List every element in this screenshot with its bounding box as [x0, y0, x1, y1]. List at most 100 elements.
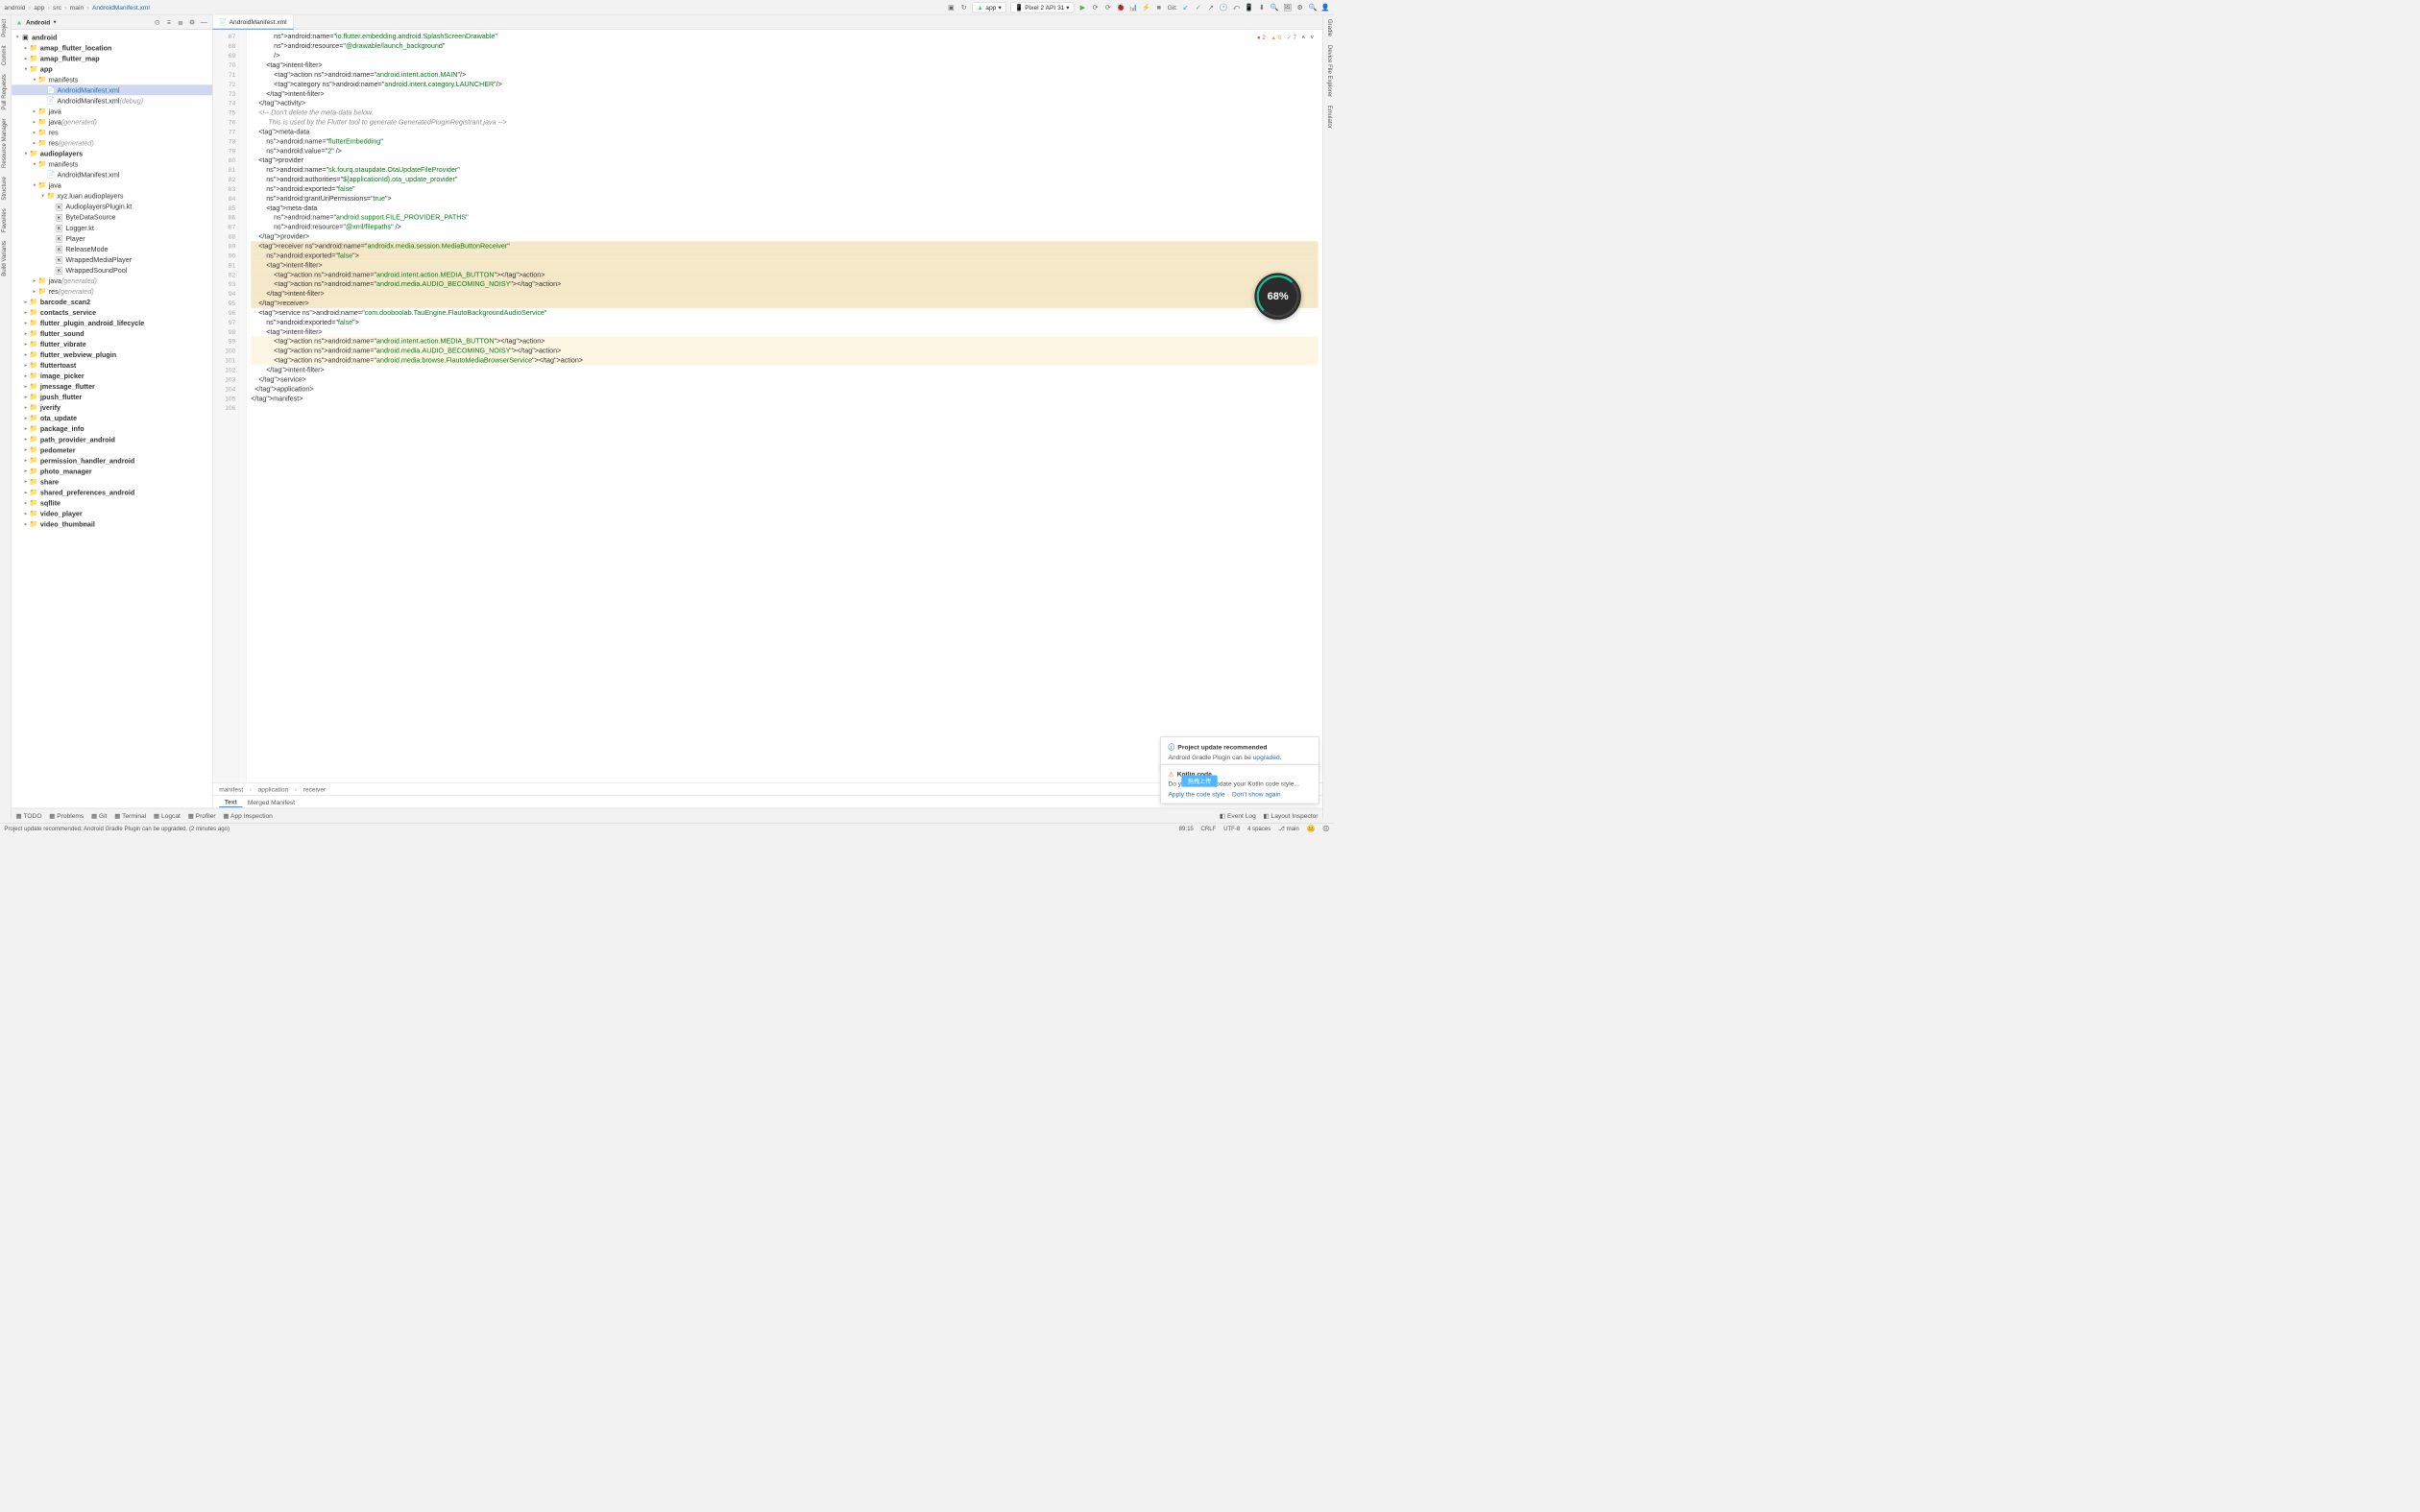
tree-arrow-icon[interactable]: ▸ — [22, 372, 30, 378]
tree-arrow-icon[interactable]: ▸ — [22, 521, 30, 527]
code-line[interactable]: </tag">service> — [251, 374, 1318, 384]
project-tree[interactable]: ▾▣android▸📁amap_flutter_location▸📁amap_f… — [12, 30, 212, 808]
tree-item[interactable]: ▾📁manifests — [12, 158, 212, 169]
terminal-icon[interactable]: ▣ — [947, 3, 956, 12]
right-tab-gradle[interactable]: Gradle — [1322, 14, 1334, 40]
editor-tab[interactable]: 📄 AndroidManifest.xml — [213, 14, 294, 29]
tree-item[interactable]: 📄AndroidManifest.xml — [12, 84, 212, 95]
debug-refresh-icon[interactable]: ⟳ — [1091, 3, 1100, 12]
left-tab-build-variants[interactable]: Build Variants — [0, 237, 12, 281]
code-line[interactable]: ns">android:resource="@drawable/launch_b… — [251, 41, 1318, 51]
tree-item[interactable]: ▸📁res (generated) — [12, 286, 212, 297]
editor-breadcrumb[interactable]: manifest›application›receiver — [213, 782, 1322, 795]
tree-item[interactable]: 🄺Player — [12, 233, 212, 244]
tree-item[interactable]: ▸📁flutter_webview_plugin — [12, 349, 212, 360]
history-icon[interactable]: 🕐 — [1220, 3, 1228, 12]
tree-item[interactable]: ▸📁amap_flutter_map — [12, 53, 212, 63]
tree-arrow-icon[interactable]: ▸ — [22, 56, 30, 61]
code-line[interactable]: ns">android:exported="false"> — [251, 318, 1318, 327]
breadcrumb-item[interactable]: android — [4, 4, 25, 12]
editor-breadcrumb-item[interactable]: application — [258, 785, 289, 793]
sad-icon[interactable]: ☹ — [1322, 824, 1329, 832]
tree-item[interactable]: ▸📁video_player — [12, 508, 212, 518]
tree-arrow-icon[interactable]: ▸ — [22, 479, 30, 485]
tree-item[interactable]: ▸📁permission_handler_android — [12, 455, 212, 466]
tree-item[interactable]: ▸📁jmessage_flutter — [12, 381, 212, 392]
code-line[interactable]: ns">android:authorities="${applicationId… — [251, 175, 1318, 184]
tree-item[interactable]: ▸📁jverify — [12, 402, 212, 413]
upload-badge[interactable]: 拖拽上传 — [1181, 776, 1217, 787]
sync-icon[interactable]: ↻ — [959, 3, 968, 12]
tool-logcat[interactable]: ▦ Logcat — [154, 812, 181, 820]
locate-icon[interactable]: ⊙ — [153, 17, 161, 26]
code-line[interactable]: </tag">application> — [251, 384, 1318, 394]
code-line[interactable] — [251, 403, 1318, 413]
tree-arrow-icon[interactable]: ▸ — [22, 500, 30, 506]
tree-arrow-icon[interactable]: ▸ — [22, 383, 30, 389]
tree-arrow-icon[interactable]: ▸ — [31, 108, 38, 114]
tree-item[interactable]: ▸📁java — [12, 106, 212, 116]
tree-item[interactable]: ▸📁amap_flutter_location — [12, 42, 212, 53]
chevron-down-icon[interactable]: ▾ — [54, 19, 57, 25]
tree-arrow-icon[interactable]: ▸ — [22, 309, 30, 315]
tree-arrow-icon[interactable]: ▸ — [22, 320, 30, 325]
tree-item[interactable]: ▸📁package_info — [12, 423, 212, 434]
tree-item[interactable]: ▸📁pedometer — [12, 444, 212, 455]
tree-item[interactable]: ▸📁path_provider_android — [12, 434, 212, 444]
profile-icon[interactable]: 📊 — [1129, 3, 1138, 12]
code-line[interactable]: ns">android:grantUriPermissions="true"> — [251, 194, 1318, 204]
tool-git[interactable]: ▦ Git — [91, 812, 108, 820]
code-line[interactable]: <tag">action ns">android:name="android.i… — [251, 270, 1318, 279]
code-line[interactable]: ns">android:name="flutterEmbedding" — [251, 136, 1318, 146]
chevron-up-icon[interactable]: ˄ — [1301, 35, 1305, 41]
tool-layout-inspector[interactable]: ◧ Layout Inspector — [1263, 812, 1318, 820]
tool-app-inspection[interactable]: ▦ App Inspection — [223, 812, 272, 820]
attach-icon[interactable]: ⚡ — [1142, 3, 1150, 12]
weak-warning-indicator[interactable]: ✓ 7 — [1287, 34, 1296, 40]
tree-item[interactable]: ▸📁java (generated) — [12, 116, 212, 127]
expand-icon[interactable]: ≡ — [164, 17, 173, 26]
revert-icon[interactable]: ⤺ — [1232, 3, 1241, 12]
device-selector[interactable]: 📱 Pixel 2 API 31 ▾ — [1010, 2, 1074, 12]
status-position[interactable]: 89:15 — [1179, 826, 1194, 832]
left-tab-resource-manager[interactable]: Resource Manager — [0, 114, 12, 172]
status-line-sep[interactable]: CRLF — [1201, 826, 1217, 832]
tree-arrow-icon[interactable]: ▾ — [13, 35, 21, 40]
code-line[interactable]: <tag">category ns">android:name="android… — [251, 80, 1318, 89]
tree-item[interactable]: ▾▣android — [12, 32, 212, 42]
tree-arrow-icon[interactable]: ▸ — [22, 436, 30, 442]
tool-problems[interactable]: ▦ Problems — [49, 812, 84, 820]
tree-arrow-icon[interactable]: ▸ — [22, 341, 30, 347]
tree-arrow-icon[interactable]: ▸ — [31, 140, 38, 146]
tree-arrow-icon[interactable]: ▸ — [22, 362, 30, 368]
tree-item[interactable]: ▾📁app — [12, 63, 212, 74]
code-line[interactable]: This is used by the Flutter tool to gene… — [251, 117, 1318, 127]
tree-arrow-icon[interactable]: ▾ — [31, 161, 38, 167]
code-line[interactable]: /> — [251, 51, 1318, 60]
tree-arrow-icon[interactable]: ▸ — [31, 130, 38, 135]
tool-terminal[interactable]: ▦ Terminal — [114, 812, 146, 820]
resource-icon[interactable]: 🖼 — [1283, 3, 1292, 12]
project-panel-title[interactable]: Android — [26, 18, 50, 26]
code-line[interactable]: </tag">intent-filter> — [251, 365, 1318, 374]
tree-arrow-icon[interactable]: ▸ — [22, 299, 30, 304]
status-indent[interactable]: 4 spaces — [1247, 826, 1270, 832]
tree-arrow-icon[interactable]: ▾ — [31, 182, 38, 188]
left-tab-pull-requests[interactable]: Pull Requests — [0, 70, 12, 114]
collapse-icon[interactable]: ≣ — [177, 17, 185, 26]
tree-arrow-icon[interactable]: ▾ — [22, 66, 30, 72]
avd-icon[interactable]: 📱 — [1245, 3, 1253, 12]
tool-profiler[interactable]: ▦ Profiler — [188, 812, 216, 820]
breadcrumb-item[interactable]: app — [34, 4, 44, 12]
dont-show-link[interactable]: Don't show again — [1232, 790, 1281, 798]
code-line[interactable]: </tag">intent-filter> — [251, 289, 1318, 299]
upgrade-link[interactable]: upgraded — [1253, 754, 1280, 761]
git-commit-icon[interactable]: ✓ — [1195, 3, 1203, 12]
tree-arrow-icon[interactable]: ▸ — [22, 446, 30, 452]
sdk-icon[interactable]: ⬇ — [1258, 3, 1267, 12]
breadcrumb-item[interactable]: src — [53, 4, 61, 12]
tree-arrow-icon[interactable]: ▾ — [31, 77, 38, 83]
editor-indicators[interactable]: ● 2 ▲ 8 ✓ 7 ˄ ˅ — [1257, 34, 1314, 40]
status-encoding[interactable]: UTF-8 — [1223, 826, 1240, 832]
refresh-icon[interactable]: ⟳ — [1103, 3, 1112, 12]
